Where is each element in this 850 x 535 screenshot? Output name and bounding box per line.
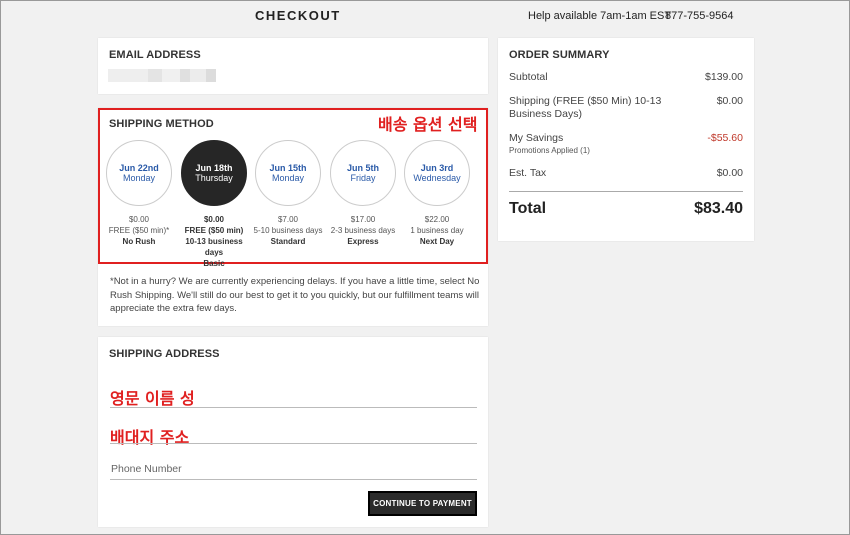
shipping-address-title: SHIPPING ADDRESS	[109, 348, 220, 360]
subtotal-row: Subtotal $139.00	[509, 71, 743, 83]
savings-label: My Savings	[509, 132, 564, 144]
tax-value: $0.00	[716, 167, 743, 179]
shipping-option-date: Jun 15th	[269, 163, 307, 173]
email-value-redacted	[108, 69, 216, 82]
shipping-option[interactable]: Jun 5th Friday $17.00 2-3 business days Expr…	[328, 140, 398, 247]
shipping-option[interactable]: Jun 3rd Wednesday $22.00 1 business day Next…	[402, 140, 472, 247]
shipping-option-date: Jun 22nd	[119, 163, 159, 173]
name-field[interactable]	[110, 407, 477, 408]
tax-label: Est. Tax	[509, 167, 547, 179]
order-summary-title: ORDER SUMMARY	[509, 49, 610, 61]
shipping-option-date: Jun 3rd	[420, 163, 454, 173]
shipping-option[interactable]: Jun 22nd Monday $0.00 FREE ($50 min)* No Rus…	[104, 140, 174, 247]
shipping-option-name: Next Day	[419, 237, 455, 246]
shipping-option-day: Wednesday	[413, 173, 461, 183]
shipping-note: *Not in a hurry? We are currently experi…	[110, 276, 480, 314]
shipping-option-circle[interactable]: Jun 15th Monday	[255, 140, 321, 206]
shipping-option-price: $0.00	[128, 215, 150, 224]
shipping-option-price: $0.00	[203, 215, 225, 224]
shipping-option-circle[interactable]: Jun 22nd Monday	[106, 140, 172, 206]
savings-row: My Savings Promotions Applied (1) -$55.6…	[509, 132, 743, 155]
page-title: CHECKOUT	[255, 8, 341, 23]
shipping-option-desc: FREE ($50 min)*	[108, 226, 170, 235]
email-card: EMAIL ADDRESS	[98, 38, 488, 94]
shipping-option-circle[interactable]: Jun 18th Thursday	[181, 140, 247, 206]
help-phone[interactable]: 877-755-9564	[665, 10, 734, 22]
shipping-option-name: Standard	[270, 237, 306, 246]
total-row: Total $83.40	[509, 200, 743, 218]
savings-value: -$55.60	[707, 132, 743, 144]
shipping-option-day: Monday	[122, 173, 156, 183]
shipping-option-circle[interactable]: Jun 5th Friday	[330, 140, 396, 206]
shipping-option-date: Jun 5th	[346, 163, 379, 173]
shipping-option-price: $22.00	[424, 215, 450, 224]
shipping-option-date: Jun 18th	[195, 163, 233, 173]
shipping-method-title: SHIPPING METHOD	[109, 118, 214, 130]
shipping-option-name: Basic	[203, 259, 225, 268]
subtotal-value: $139.00	[705, 71, 743, 83]
shipping-option-day: Monday	[271, 173, 305, 183]
shipping-option-price: $17.00	[350, 215, 376, 224]
shipping-option-desc: FREE ($50 min) 10-13 business days	[184, 226, 244, 257]
shipping-row: Shipping (FREE ($50 Min) 10-13 Business …	[509, 95, 743, 121]
shipping-option[interactable]: Jun 18th Thursday $0.00 FREE ($50 min) 10-1…	[179, 140, 249, 269]
shipping-option[interactable]: Jun 15th Monday $7.00 5-10 business days Sta…	[253, 140, 323, 247]
name-annotation: 영문 이름 성	[110, 389, 195, 408]
shipping-option-name: No Rush	[122, 237, 156, 246]
subtotal-label: Subtotal	[509, 71, 548, 83]
address-annotation: 배대지 주소	[110, 428, 190, 447]
phone-field-underline	[110, 479, 477, 480]
shipping-option-price: $7.00	[277, 215, 299, 224]
shipping-option-desc: 2-3 business days	[330, 226, 396, 235]
shipping-option-desc: 5-10 business days	[253, 226, 323, 235]
shipping-option-day: Friday	[350, 173, 376, 183]
shipping-option-name: Express	[347, 237, 379, 246]
total-label: Total	[509, 200, 547, 217]
total-value: $83.40	[694, 200, 743, 217]
continue-to-payment-button[interactable]: CONTINUE TO PAYMENT	[368, 491, 477, 516]
phone-field[interactable]: Phone Number	[111, 463, 182, 475]
shipping-value: $0.00	[716, 95, 743, 107]
shipping-annotation: 배송 옵션 선택	[378, 115, 478, 134]
tax-row: Est. Tax $0.00	[509, 167, 743, 179]
shipping-label: Shipping (FREE ($50 Min) 10-13 Business …	[509, 95, 662, 120]
total-divider	[509, 191, 743, 192]
email-title: EMAIL ADDRESS	[109, 49, 201, 61]
savings-sub: Promotions Applied (1)	[509, 146, 590, 155]
shipping-option-day: Thursday	[195, 173, 233, 183]
address-field[interactable]	[110, 443, 477, 444]
help-hours: Help available 7am-1am EST	[528, 10, 672, 22]
shipping-option-circle[interactable]: Jun 3rd Wednesday	[404, 140, 470, 206]
shipping-option-desc: 1 business day	[410, 226, 464, 235]
